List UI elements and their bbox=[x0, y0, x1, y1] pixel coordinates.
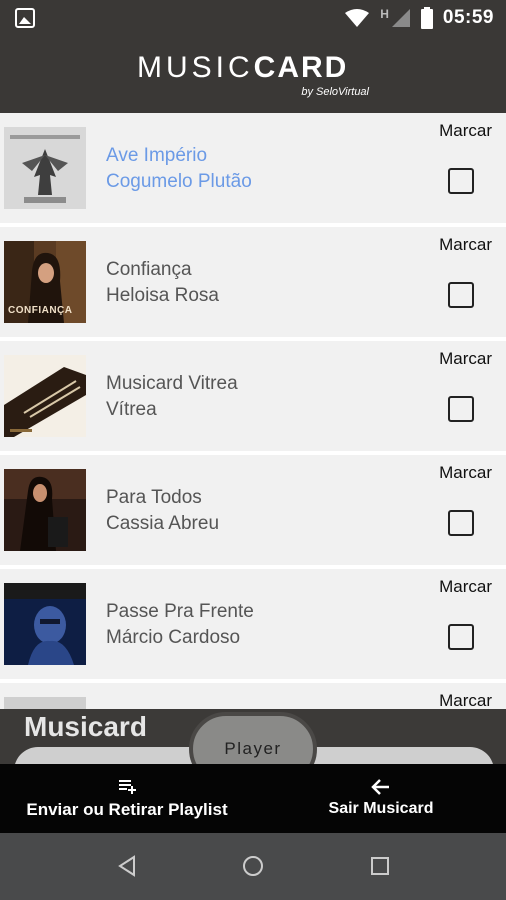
send-remove-playlist-button[interactable]: Enviar ou Retirar Playlist bbox=[20, 776, 234, 820]
mark-checkbox[interactable] bbox=[448, 168, 474, 194]
track-title: Musicard Vitrea bbox=[106, 373, 238, 394]
track-artist: Vítrea bbox=[106, 399, 157, 420]
status-bar: H 05:59 bbox=[0, 0, 506, 36]
track-title: Passe Pra Frente bbox=[106, 601, 254, 622]
track-artist: Cogumelo Plutão bbox=[106, 171, 252, 192]
track-title: Ave Império bbox=[106, 145, 208, 166]
battery-icon bbox=[420, 7, 433, 29]
album-cover bbox=[4, 697, 86, 709]
track-row[interactable]: CONFIANÇA Confiança Heloisa Rosa Marcar bbox=[0, 227, 506, 339]
bottom-nav: Enviar ou Retirar Playlist Sair Musicard bbox=[0, 764, 506, 833]
exit-musicard-button[interactable]: Sair Musicard bbox=[326, 776, 436, 818]
send-remove-playlist-label: Enviar ou Retirar Playlist bbox=[26, 800, 228, 819]
track-list[interactable]: Ave Império Cogumelo Plutão Marcar CONFI… bbox=[0, 113, 506, 709]
mark-checkbox[interactable] bbox=[448, 510, 474, 536]
album-cover-text: CONFIANÇA bbox=[8, 305, 73, 316]
track-artist: Heloisa Rosa bbox=[106, 285, 219, 306]
album-cover bbox=[4, 355, 86, 437]
track-info[interactable]: Para Todos Cassia Abreu bbox=[106, 485, 219, 537]
track-artist: Cassia Abreu bbox=[106, 513, 220, 534]
mark-checkbox[interactable] bbox=[448, 282, 474, 308]
track-row[interactable]: Marcar bbox=[0, 683, 506, 709]
track-row[interactable]: Passe Pra Frente Márcio Cardoso Marcar bbox=[0, 569, 506, 681]
mark-label: Marcar bbox=[439, 235, 492, 254]
album-cover bbox=[4, 583, 86, 665]
track-info[interactable]: Musicard Vitrea Vítrea bbox=[106, 371, 238, 423]
image-notification-icon bbox=[15, 8, 35, 28]
album-cover bbox=[4, 469, 86, 551]
track-title: Confiança bbox=[106, 259, 192, 280]
mark-checkbox[interactable] bbox=[448, 396, 474, 422]
status-icons: H 05:59 bbox=[344, 6, 494, 30]
mark-label: Marcar bbox=[439, 463, 492, 482]
recents-square-icon[interactable] bbox=[369, 855, 391, 877]
status-time: 05:59 bbox=[442, 7, 494, 28]
track-row[interactable]: Para Todos Cassia Abreu Marcar bbox=[0, 455, 506, 567]
playlist-add-icon bbox=[119, 780, 136, 794]
app-header: MUSIC CARD by SeloVirtual bbox=[0, 36, 506, 113]
arrow-back-icon bbox=[371, 779, 389, 795]
player-title: Musicard bbox=[24, 711, 147, 742]
musicard-logo: MUSIC CARD by SeloVirtual bbox=[137, 50, 377, 106]
track-info[interactable]: Ave Império Cogumelo Plutão bbox=[106, 143, 252, 195]
album-cover bbox=[4, 127, 86, 209]
track-info[interactable]: Passe Pra Frente Márcio Cardoso bbox=[106, 599, 254, 651]
logo-subtitle: by SeloVirtual bbox=[301, 86, 369, 98]
track-title: Para Todos bbox=[106, 487, 202, 508]
mark-checkbox[interactable] bbox=[448, 624, 474, 650]
mark-label: Marcar bbox=[439, 691, 492, 709]
signal-icon bbox=[391, 9, 410, 27]
network-type: H bbox=[380, 7, 389, 21]
logo-text-bold: CARD bbox=[253, 51, 349, 84]
track-info[interactable]: Confiança Heloisa Rosa bbox=[106, 257, 219, 309]
mark-label: Marcar bbox=[439, 121, 492, 140]
back-triangle-icon[interactable] bbox=[116, 855, 138, 877]
exit-musicard-label: Sair Musicard bbox=[328, 800, 434, 817]
wifi-icon bbox=[345, 9, 370, 27]
track-artist: Márcio Cardoso bbox=[106, 627, 241, 648]
track-row[interactable]: Ave Império Cogumelo Plutão Marcar bbox=[0, 113, 506, 225]
home-circle-icon[interactable] bbox=[242, 855, 264, 877]
system-navigation-bar bbox=[0, 833, 506, 900]
track-row[interactable]: Musicard Vitrea Vítrea Marcar bbox=[0, 341, 506, 453]
mark-label: Marcar bbox=[439, 577, 492, 596]
album-cover: CONFIANÇA bbox=[4, 241, 86, 323]
logo-text-main: MUSIC bbox=[137, 51, 254, 84]
mark-label: Marcar bbox=[439, 349, 492, 368]
